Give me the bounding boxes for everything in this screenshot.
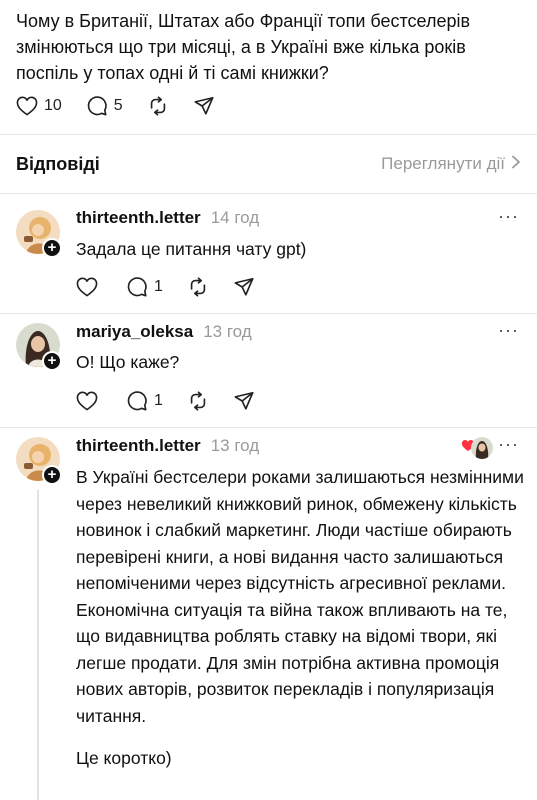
replies-header: Відповіді Переглянути дії [16, 151, 521, 177]
share-icon [233, 276, 255, 298]
replies-title: Відповіді [16, 153, 100, 174]
thread-line [37, 490, 39, 800]
comment-text: О! Що каже? [76, 352, 180, 372]
timestamp: 14 год [210, 208, 260, 227]
heart-icon [76, 391, 98, 411]
more-icon[interactable]: ··· [498, 206, 519, 227]
follow-plus-icon[interactable]: + [42, 238, 62, 258]
view-activity-label: Переглянути дії [381, 154, 505, 173]
username[interactable]: thirteenth.letter [76, 436, 201, 456]
author-liked-badge [461, 437, 493, 459]
comment-button[interactable]: 1 [126, 390, 163, 412]
liker-avatar [471, 437, 493, 459]
comment-icon [126, 390, 148, 412]
comment-button[interactable]: 1 [126, 276, 163, 298]
comment-header: thirteenth.letter 14 год [76, 208, 259, 228]
post-text: Чому в Британії, Штатах або Франції топи… [16, 11, 471, 83]
heart-icon [16, 96, 38, 116]
comment-paragraph: В Україні бестселери роками залишаються … [76, 467, 524, 726]
comment-header: mariya_oleksa 13 год [76, 322, 252, 342]
post-actions: 10 5 [16, 94, 239, 118]
comment-button[interactable]: 5 [86, 95, 123, 117]
comment-text: В Україні бестселери роками залишаються … [76, 464, 526, 788]
heart-icon [76, 277, 98, 297]
username[interactable]: thirteenth.letter [76, 208, 201, 228]
comment-actions: 1 [76, 275, 279, 299]
share-icon [233, 390, 255, 412]
repost-icon [187, 276, 209, 298]
repost-icon [187, 390, 209, 412]
repost-button[interactable] [147, 95, 169, 117]
username[interactable]: mariya_oleksa [76, 322, 193, 342]
divider-comment-2 [0, 427, 537, 428]
comment-header: thirteenth.letter 13 год [76, 436, 259, 456]
like-button[interactable] [76, 391, 98, 411]
follow-plus-icon[interactable]: + [42, 465, 62, 485]
comment-actions: 1 [76, 389, 279, 413]
divider-top [0, 134, 537, 135]
repost-button[interactable] [187, 390, 209, 412]
divider-comment-1 [0, 313, 537, 314]
like-button[interactable] [76, 277, 98, 297]
comment-paragraph: Це коротко) [76, 748, 172, 768]
like-button[interactable]: 10 [16, 96, 62, 116]
view-activity-button[interactable]: Переглянути дії [381, 154, 521, 174]
comment-icon [86, 95, 108, 117]
share-button[interactable] [193, 95, 215, 117]
more-icon[interactable]: ··· [498, 434, 519, 455]
comment-count: 5 [113, 97, 123, 114]
more-icon[interactable]: ··· [498, 320, 519, 341]
chevron-right-icon [505, 154, 521, 174]
timestamp: 13 год [203, 322, 252, 341]
repost-button[interactable] [187, 276, 209, 298]
share-button[interactable] [233, 390, 255, 412]
like-count: 10 [44, 97, 62, 114]
divider-replies [0, 193, 537, 194]
share-icon [193, 95, 215, 117]
repost-icon [147, 95, 169, 117]
comment-count: 1 [154, 278, 163, 295]
follow-plus-icon[interactable]: + [42, 351, 62, 371]
timestamp: 13 год [210, 436, 260, 455]
share-button[interactable] [233, 276, 255, 298]
comment-icon [126, 276, 148, 298]
comment-count: 1 [154, 392, 163, 409]
comment-text: Задала це питання чату gpt) [76, 239, 307, 259]
